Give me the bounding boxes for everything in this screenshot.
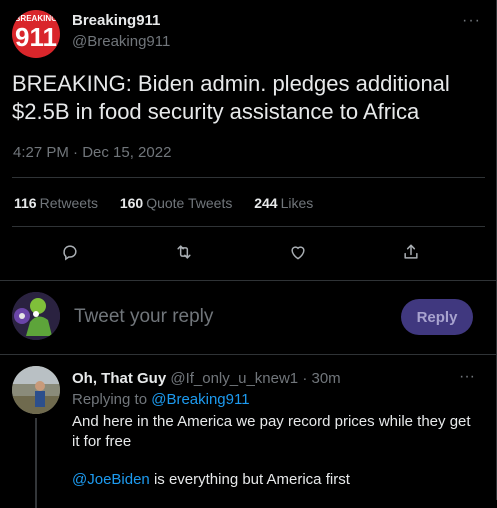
retweets-stat[interactable]: 116 Retweets — [14, 195, 98, 211]
tweet-header: BREAKING 911 Breaking911 @Breaking911 ··… — [12, 10, 485, 58]
author-handle[interactable]: @Breaking911 — [72, 33, 170, 50]
replying-to-link[interactable]: @Breaking911 — [151, 391, 249, 408]
reply-text: And here in the America we pay record pr… — [72, 413, 471, 450]
tweet-stats: 116 Retweets 160 Quote Tweets 244 Likes — [14, 195, 331, 211]
mention-link[interactable]: @JoeBiden — [72, 471, 150, 488]
reply-author-name[interactable]: Oh, That Guy — [72, 370, 166, 387]
separator: · — [302, 370, 308, 387]
likes-stat[interactable]: 244 Likes — [254, 195, 313, 211]
reply-button[interactable]: Reply — [401, 299, 473, 335]
like-icon[interactable] — [284, 238, 312, 266]
retweet-icon[interactable] — [170, 238, 198, 266]
retweets-label: Retweets — [39, 195, 98, 211]
reply-text-line-2: @JoeBiden is everything but America firs… — [72, 470, 482, 490]
thread-line — [35, 418, 37, 508]
reply-input[interactable]: Tweet your reply — [74, 306, 213, 328]
more-icon[interactable]: ··· — [459, 368, 475, 386]
share-icon[interactable] — [397, 238, 425, 266]
compose-reply: Tweet your reply Reply — [0, 290, 497, 346]
comment-icon[interactable] — [56, 238, 84, 266]
reply-text-rest: is everything but America first — [149, 471, 350, 488]
divider — [12, 177, 485, 178]
divider — [0, 354, 497, 355]
reply-author-avatar[interactable] — [12, 366, 60, 414]
divider — [12, 226, 485, 227]
likes-count: 244 — [254, 195, 278, 211]
tweet-actions — [0, 238, 497, 266]
likes-label: Likes — [280, 195, 314, 211]
reply-author-line: Oh, That Guy @If_only_u_knew1 · 30m — [72, 370, 341, 387]
author-name[interactable]: Breaking911 — [72, 12, 160, 29]
tweet-text: BREAKING: Biden admin. pledges additiona… — [12, 71, 450, 124]
quotes-stat[interactable]: 160 Quote Tweets — [120, 195, 233, 211]
divider — [0, 280, 497, 281]
reply-author-handle[interactable]: @If_only_u_knew1 — [170, 370, 298, 387]
user-avatar[interactable] — [12, 292, 60, 340]
quotes-count: 160 — [119, 195, 144, 211]
reply-time[interactable]: 30m — [312, 370, 341, 387]
more-icon[interactable]: ··· — [462, 12, 481, 30]
retweets-count: 116 — [14, 195, 37, 211]
tweet-timestamp[interactable]: 4:27 PM · Dec 15, 2022 — [13, 144, 171, 161]
avatar-logo-number: 911 — [15, 22, 57, 52]
author-avatar[interactable]: BREAKING 911 — [12, 10, 60, 58]
quotes-label: Quote Tweets — [146, 195, 233, 211]
replying-prefix: Replying to — [72, 391, 152, 408]
replying-to: Replying to @Breaking911 — [72, 391, 250, 408]
